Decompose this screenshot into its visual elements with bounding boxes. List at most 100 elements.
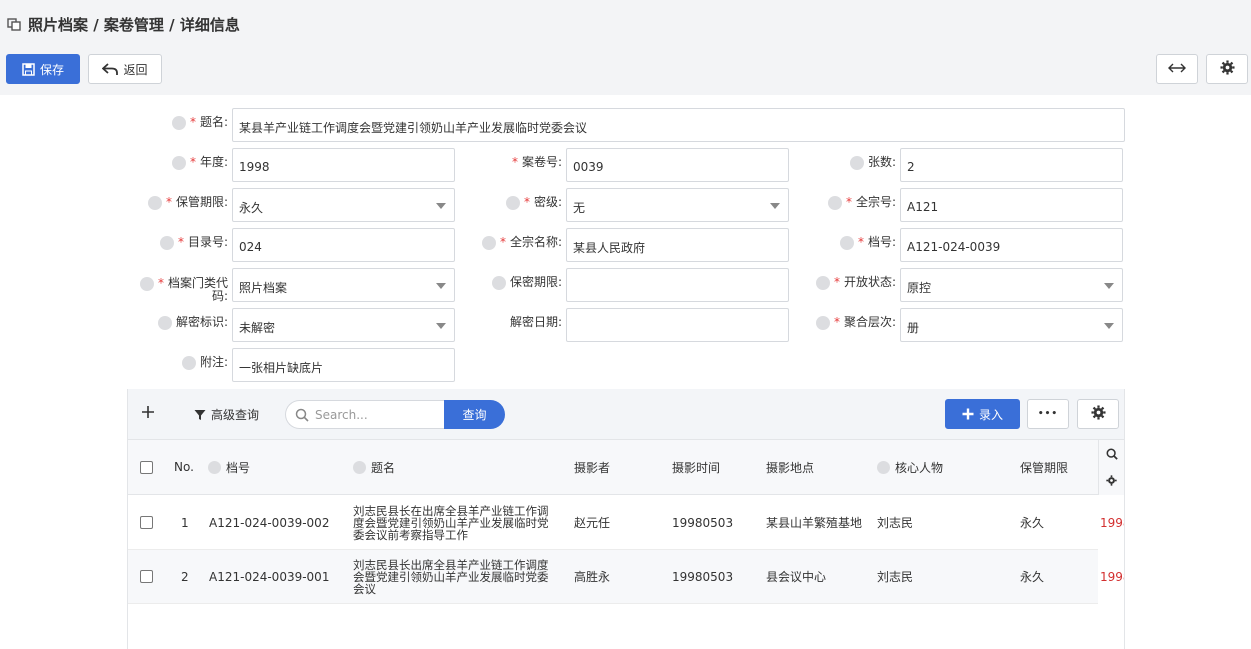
grid-side-tools (1098, 440, 1124, 495)
help-icon[interactable] (481, 236, 496, 250)
row-archive-no: A121-024-0039-002 (209, 515, 330, 530)
column-settings-gear-icon[interactable] (1106, 475, 1117, 489)
more-button[interactable]: ••• (1027, 399, 1069, 429)
fonds-no-input[interactable]: A121 (900, 188, 1123, 222)
catalog-no-label: * 目录号: (130, 228, 228, 262)
row-place: 县会议中心 (766, 570, 827, 584)
grid-toolbar: 高级查询 Search... 查询 录入 ••• (128, 389, 1124, 439)
add-row-icon[interactable] (140, 404, 156, 420)
aggregation-select[interactable]: 册 (900, 308, 1123, 342)
column-header-title[interactable]: 题名 (353, 440, 395, 494)
open-status-label: * 开放状态: (795, 268, 896, 302)
help-icon[interactable] (839, 236, 854, 250)
row-checkbox[interactable] (140, 496, 153, 549)
column-header-photographer[interactable]: 摄影者 (574, 440, 610, 494)
help-icon[interactable] (815, 276, 830, 290)
table-row[interactable]: 2 A121-024-0039-001 刘志民县长出席全县羊产业链工作调度 会暨… (128, 550, 1124, 604)
help-icon[interactable] (505, 196, 520, 210)
save-button[interactable]: 保存 (6, 54, 80, 84)
note-input[interactable]: 一张相片缺底片 (232, 348, 455, 382)
fonds-name-input[interactable]: 某县人民政府 (566, 228, 789, 262)
search-input[interactable]: Search... (285, 400, 445, 429)
note-label: 附注: (130, 348, 228, 382)
row-photographer: 赵元任 (574, 516, 611, 530)
volume-no-label: * 案卷号: (511, 155, 562, 169)
row-checkbox[interactable] (140, 550, 153, 603)
row-place: 某县山羊繁殖基地 (766, 516, 863, 530)
fonds-no-label: * 全宗号: (795, 188, 896, 222)
top-bar: 照片档案 / 案卷管理 / 详细信息 保存 返回 (0, 0, 1251, 95)
retention-select[interactable]: 永久 (232, 188, 455, 222)
row-extra-date: 1998 (1100, 569, 1124, 584)
grid-header: No. 档号 题名 摄影者 摄影时间 摄影地点 核心人物 保管期限 (128, 439, 1124, 495)
secrecy-select[interactable]: 无 (566, 188, 789, 222)
help-icon[interactable] (815, 316, 830, 330)
open-status-select[interactable]: 原控 (900, 268, 1123, 302)
dropdown-arrow-icon (436, 203, 446, 209)
year-input[interactable]: 1998 (232, 148, 455, 182)
photo-grid: 高级查询 Search... 查询 录入 ••• No. 档号 题名 摄影者 摄… (127, 389, 1125, 649)
dropdown-arrow-icon (436, 323, 446, 329)
help-icon (877, 460, 890, 474)
row-retention: 永久 (1020, 570, 1045, 584)
help-icon[interactable] (827, 196, 842, 210)
archive-no-input[interactable]: A121-024-0039 (900, 228, 1123, 262)
column-header-place[interactable]: 摄影地点 (766, 440, 814, 494)
column-header-archive-no[interactable]: 档号 (208, 440, 250, 494)
archive-icon (6, 16, 22, 32)
help-icon[interactable] (159, 236, 174, 250)
grid-settings-button[interactable] (1077, 399, 1119, 429)
back-button[interactable]: 返回 (88, 54, 162, 84)
back-arrow-icon (102, 62, 119, 76)
expand-horizontal-icon (1168, 62, 1186, 77)
row-title: 刘志民县长在出席全县羊产业链工作调 度会暨党建引领奶山羊产业发展临时党 委会议前… (353, 503, 549, 542)
filter-icon (194, 409, 206, 421)
more-icon: ••• (1037, 409, 1059, 419)
column-header-retention[interactable]: 保管期限 (1020, 440, 1068, 494)
archive-no-label: * 档号: (795, 228, 896, 262)
sheets-label: 张数: (795, 148, 896, 182)
column-search-icon[interactable] (1106, 448, 1118, 463)
query-button[interactable]: 查询 (444, 400, 505, 429)
help-icon[interactable] (491, 276, 506, 290)
declass-date-label: 解密日期: (509, 315, 562, 329)
table-row[interactable]: 1 A121-024-0039-002 刘志民县长在出席全县羊产业链工作调 度会… (128, 496, 1124, 550)
dropdown-arrow-icon (1104, 323, 1114, 329)
help-icon[interactable] (139, 277, 154, 291)
row-retention: 永久 (1020, 516, 1045, 530)
title-label: * 题名: (130, 108, 228, 142)
help-icon[interactable] (157, 316, 172, 330)
declass-mark-select[interactable]: 未解密 (232, 308, 455, 342)
plus-icon (962, 408, 974, 420)
add-record-button[interactable]: 录入 (945, 399, 1020, 429)
column-header-person[interactable]: 核心人物 (877, 440, 943, 494)
expand-width-button[interactable] (1156, 54, 1198, 84)
dropdown-arrow-icon (436, 283, 446, 289)
help-icon[interactable] (147, 196, 162, 210)
gear-icon (1219, 60, 1235, 78)
column-header-time[interactable]: 摄影时间 (672, 440, 720, 494)
advanced-query-button[interactable]: 高级查询 (194, 406, 259, 423)
sheets-input[interactable]: 2 (900, 148, 1123, 182)
settings-button[interactable] (1206, 54, 1248, 84)
catalog-no-input[interactable]: 024 (232, 228, 455, 262)
back-label: 返回 (123, 62, 148, 77)
row-extra-date: 1998 (1100, 515, 1124, 530)
category-code-select[interactable]: 照片档案 (232, 268, 455, 302)
dropdown-arrow-icon (1104, 283, 1114, 289)
year-label: * 年度: (130, 148, 228, 182)
row-no: 2 (181, 569, 189, 584)
volume-no-input[interactable]: 0039 (566, 148, 789, 182)
required-mark: * (189, 115, 196, 129)
secrecy-period-input[interactable] (566, 268, 789, 302)
help-icon[interactable] (171, 156, 186, 170)
title-input[interactable]: 某县羊产业链工作调度会暨党建引领奶山羊产业发展临时党委会议 (232, 108, 1125, 142)
help-icon (208, 460, 221, 474)
select-all-checkbox[interactable] (140, 440, 153, 494)
help-icon[interactable] (171, 116, 186, 130)
declass-date-input[interactable] (566, 308, 789, 342)
row-photographer: 高胜永 (574, 570, 611, 584)
help-icon[interactable] (181, 356, 196, 370)
save-icon (22, 62, 35, 76)
help-icon[interactable] (849, 156, 864, 170)
